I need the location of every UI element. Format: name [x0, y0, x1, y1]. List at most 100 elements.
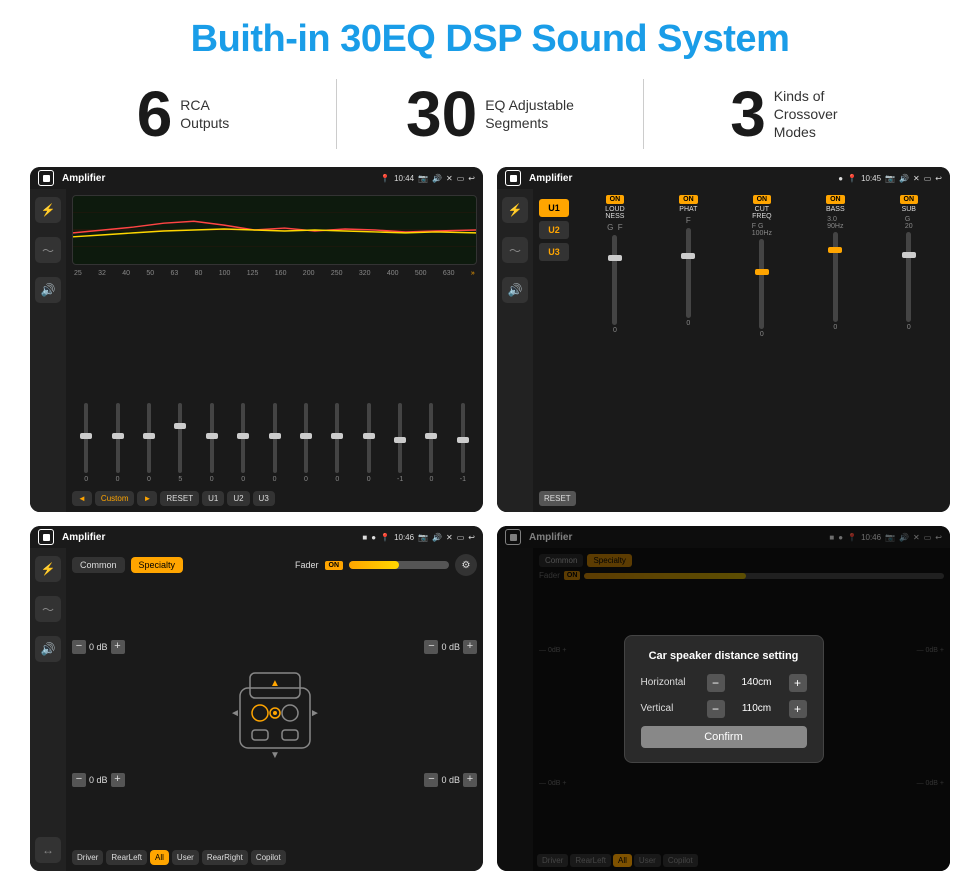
horizontal-plus-btn[interactable]: + [789, 674, 807, 692]
stat-rca: 6 RCAOutputs [30, 82, 336, 146]
eq-volume-icon[interactable]: 🔊 [35, 277, 61, 303]
svg-text:►: ► [310, 708, 320, 719]
vol-plus-4[interactable]: + [463, 773, 477, 787]
amp-volume-icon[interactable]: 🔊 [502, 277, 528, 303]
fader-on-badge[interactable]: ON [325, 561, 344, 570]
amp-u3-btn[interactable]: U3 [539, 243, 569, 261]
vol-ctrl-3: − 0 dB + [424, 640, 477, 654]
tab-specialty[interactable]: Specialty [131, 557, 184, 573]
main-title: Buith-in 30EQ DSP Sound System [191, 18, 790, 61]
screen-speaker: Amplifier ■ ● 📍 10:46 📷 🔊 ✕ ▭ ↩ ⚡ 〜 [30, 526, 483, 871]
amp-sliders-icon[interactable]: ⚡ [502, 197, 528, 223]
stat-rca-number: 6 [137, 82, 173, 146]
close-icon-1: ✕ [446, 174, 453, 183]
btn-rearright[interactable]: RearRight [202, 850, 248, 865]
eq-slider-11: 0 [417, 403, 445, 483]
horizontal-minus-btn[interactable]: − [707, 674, 725, 692]
horizontal-ctrl: − 140cm + [707, 674, 807, 692]
status-icons-3: ■ ● 📍 10:46 📷 🔊 ✕ ▭ ↩ [362, 533, 475, 542]
eq-play-button[interactable]: ► [137, 491, 157, 506]
screen-amp: Amplifier ● 📍 10:45 📷 🔊 ✕ ▭ ↩ ⚡ 〜 🔊 [497, 167, 950, 512]
horizontal-value: 140cm [729, 677, 785, 688]
vol-val-1: 0 dB [89, 642, 108, 652]
btn-driver[interactable]: Driver [72, 850, 103, 865]
vol-plus-3[interactable]: + [463, 640, 477, 654]
stat-crossover-label: Kinds ofCrossover Modes [774, 87, 864, 142]
eq-reset-button[interactable]: RESET [160, 491, 199, 506]
vertical-minus-btn[interactable]: − [707, 700, 725, 718]
speaker-bottom-btns: Driver RearLeft All User RearRight Copil… [72, 850, 477, 865]
vol-minus-4[interactable]: − [424, 773, 438, 787]
eq-custom-button[interactable]: Custom [95, 491, 135, 506]
btn-rearleft[interactable]: RearLeft [106, 850, 147, 865]
stats-row: 6 RCAOutputs 30 EQ AdjustableSegments 3 … [30, 79, 950, 149]
vol-plus-1[interactable]: + [111, 640, 125, 654]
vertical-ctrl: − 110cm + [707, 700, 807, 718]
sp-sliders-icon[interactable]: ⚡ [35, 556, 61, 582]
app-title-2: Amplifier [529, 173, 834, 184]
close-icon-3: ✕ [446, 533, 453, 542]
status-bar-2: Amplifier ● 📍 10:45 📷 🔊 ✕ ▭ ↩ [497, 167, 950, 189]
back-icon-3: ↩ [468, 533, 475, 542]
btn-user[interactable]: User [172, 850, 199, 865]
screens-grid: Amplifier 📍 10:44 📷 🔊 ✕ ▭ ↩ ⚡ 〜 🔊 [30, 167, 950, 871]
cutfreq-label: CUTFREQ [752, 206, 771, 220]
home-icon-3[interactable] [38, 529, 54, 545]
sp-wave-icon[interactable]: 〜 [35, 596, 61, 622]
amp-reset-btn[interactable]: RESET [539, 491, 576, 506]
eq-wave-icon[interactable]: 〜 [35, 237, 61, 263]
loudness-label: LOUDNESS [605, 206, 624, 220]
eq-slider-1: 0 [103, 403, 131, 483]
page: Buith-in 30EQ DSP Sound System 6 RCAOutp… [0, 0, 980, 881]
volume-icon-2: 🔊 [899, 174, 909, 183]
dialog-horizontal-row: Horizontal − 140cm + [641, 674, 807, 692]
stat-rca-label: RCAOutputs [180, 96, 229, 132]
confirm-button[interactable]: Confirm [641, 726, 807, 748]
eq-main: 253240506380100125160200250320400500630 … [66, 189, 483, 512]
stat-eq-number: 30 [406, 82, 477, 146]
home-icon-1[interactable] [38, 170, 54, 186]
svg-text:◄: ◄ [230, 708, 240, 719]
eq-slider-12: -1 [449, 403, 477, 483]
loudness-on[interactable]: ON [606, 195, 625, 204]
phat-on[interactable]: ON [679, 195, 698, 204]
camera-icon-3: 📷 [418, 533, 428, 542]
vol-plus-2[interactable]: + [111, 773, 125, 787]
eq-sidebar: ⚡ 〜 🔊 [30, 189, 66, 512]
amp-u2-btn[interactable]: U2 [539, 221, 569, 239]
time-2: 10:45 [861, 174, 881, 183]
home-icon-2[interactable] [505, 170, 521, 186]
eq-sliders-icon[interactable]: ⚡ [35, 197, 61, 223]
eq-u2-button[interactable]: U2 [227, 491, 249, 506]
vertical-plus-btn[interactable]: + [789, 700, 807, 718]
svg-text:▼: ▼ [270, 750, 280, 761]
location-icon-1: 📍 [380, 174, 390, 183]
dot-icon-2: ● [838, 174, 843, 183]
sp-volume-icon[interactable]: 🔊 [35, 636, 61, 662]
sub-on[interactable]: ON [900, 195, 919, 204]
bass-on[interactable]: ON [826, 195, 845, 204]
sp-arrows-icon[interactable]: ↔ [35, 837, 61, 863]
vol-val-3: 0 dB [441, 642, 460, 652]
eq-u3-button[interactable]: U3 [253, 491, 275, 506]
tab-common[interactable]: Common [72, 557, 125, 573]
eq-u1-button[interactable]: U1 [202, 491, 224, 506]
vol-minus-3[interactable]: − [424, 640, 438, 654]
vol-minus-1[interactable]: − [72, 640, 86, 654]
dialog-title: Car speaker distance setting [641, 650, 807, 662]
vol-minus-2[interactable]: − [72, 773, 86, 787]
vol-ctrl-1: − 0 dB + [72, 640, 125, 654]
app-title-3: Amplifier [62, 532, 358, 543]
amp2-channels: ON LOUDNESS G F 0 ON [580, 195, 944, 506]
car-svg: ▲ ▼ ◄ ► [230, 658, 320, 768]
cutfreq-track [759, 239, 764, 329]
eq-prev-button[interactable]: ◄ [72, 491, 92, 506]
btn-all[interactable]: All [150, 850, 169, 865]
amp-wave-icon[interactable]: 〜 [502, 237, 528, 263]
amp-u1-btn[interactable]: U1 [539, 199, 569, 217]
settings-icon[interactable]: ⚙ [455, 554, 477, 576]
eq-sliders: 0 0 0 5 [72, 281, 477, 487]
btn-copilot[interactable]: Copilot [251, 850, 286, 865]
cutfreq-on[interactable]: ON [753, 195, 772, 204]
battery-icon-3: ▭ [457, 533, 465, 542]
